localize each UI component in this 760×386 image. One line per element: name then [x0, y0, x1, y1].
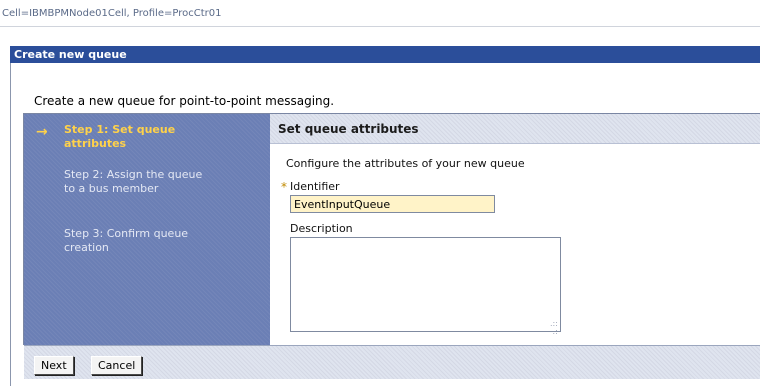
intro-text: Create a new queue for point-to-point me… [34, 94, 335, 108]
wizard-step-2: Step 2: Assign the queue to a bus member [64, 168, 203, 195]
scope-breadcrumb: Cell=IBMBPMNode01Cell, Profile=ProcCtr01 [0, 0, 760, 27]
form-instructions: Configure the attributes of your new que… [286, 157, 525, 170]
resize-grip-icon[interactable]: .:: .: [550, 320, 558, 336]
next-button[interactable]: Next [34, 356, 74, 375]
identifier-input[interactable] [290, 195, 495, 213]
wizard-step-3: Step 3: Confirm queue creation [64, 227, 189, 254]
wizard-step-1: Step 1: Set queue attributes [64, 123, 176, 150]
description-label: Description [290, 222, 353, 235]
identifier-label: Identifier [290, 180, 340, 193]
required-marker-icon: * [281, 180, 287, 194]
section-title: Set queue attributes [278, 122, 419, 136]
cancel-button[interactable]: Cancel [91, 356, 143, 375]
wizard-steps-panel: → Step 1: Set queue attributes Step 2: A… [24, 114, 270, 345]
description-textarea[interactable] [290, 237, 561, 332]
panel-title: Create new queue [10, 46, 760, 63]
current-step-arrow-icon: → [36, 124, 48, 140]
